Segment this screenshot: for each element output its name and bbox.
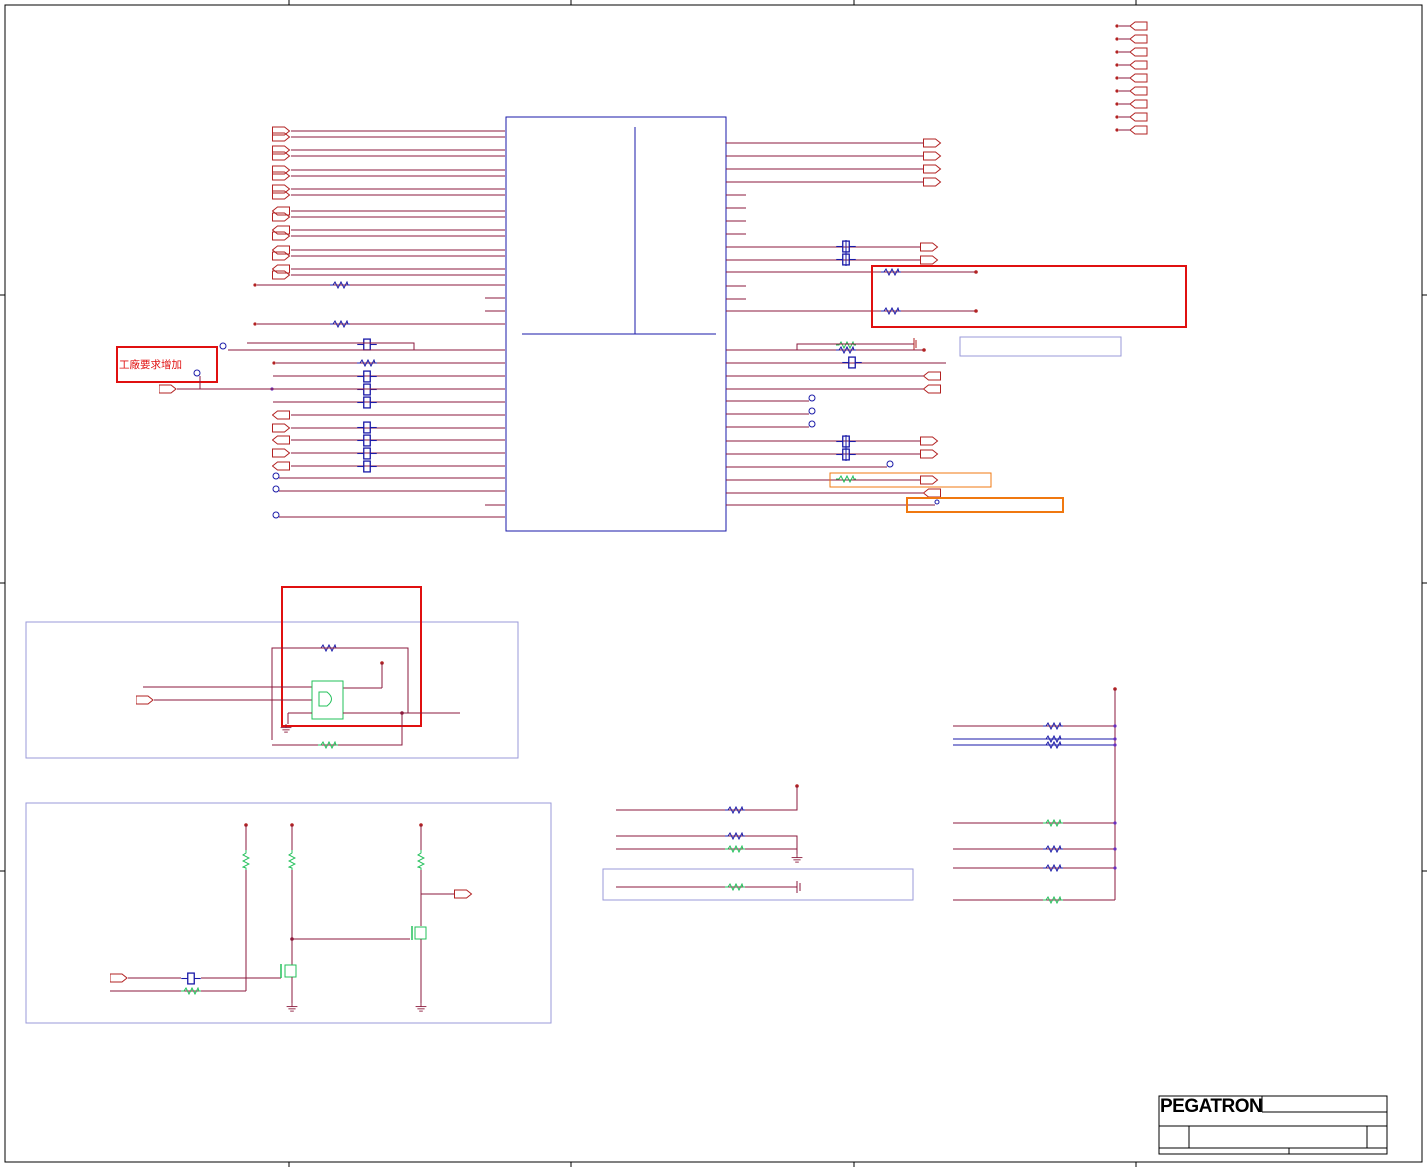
left-components [219, 281, 505, 473]
net-port [272, 264, 291, 274]
net-port [923, 138, 942, 148]
test-point [272, 511, 280, 519]
junction [1113, 821, 1117, 825]
net-dot [272, 361, 276, 365]
main-ic [505, 116, 727, 532]
net-port [1130, 60, 1148, 70]
net-dot [1115, 24, 1119, 28]
net-dot [253, 322, 257, 326]
net-port [1130, 86, 1148, 96]
schematic-sheet: 工廠要求增加 PEGATRON [0, 0, 1427, 1167]
net-port [923, 164, 942, 174]
net-dot [1115, 102, 1119, 106]
transistor-circuit-block [25, 802, 552, 1024]
ic-left-wires [253, 126, 505, 519]
sheet-frame [0, 0, 1427, 1167]
net-dot [1115, 50, 1119, 54]
capacitor-array-b [357, 421, 377, 473]
net-port [272, 435, 291, 445]
net-port [272, 206, 291, 216]
net-port [920, 255, 939, 265]
net-port [272, 132, 291, 142]
net-port [1130, 112, 1148, 122]
net-port [272, 171, 291, 181]
junction [1113, 737, 1117, 741]
net-port [272, 448, 291, 458]
right-resistor-bank [953, 687, 1117, 904]
capacitor [357, 338, 377, 351]
net-port [920, 475, 939, 485]
net-port [272, 231, 291, 241]
net-dot [1115, 63, 1119, 67]
net-port [1130, 99, 1148, 109]
ic-right-wires [726, 138, 976, 506]
net-port [272, 410, 291, 420]
net-dot [1115, 89, 1119, 93]
net-port [272, 251, 291, 261]
net-port [923, 371, 942, 381]
net-port [920, 449, 939, 459]
net-port [923, 151, 942, 161]
net-port [1130, 73, 1148, 83]
net-port [272, 270, 291, 280]
net-port [272, 184, 291, 194]
factory-request-annotation: 工廠要求增加 [116, 346, 505, 394]
title-block: PEGATRON [1158, 1095, 1388, 1155]
net-port [1130, 34, 1148, 44]
net-port [923, 177, 942, 187]
net-port [272, 151, 291, 161]
mosfet-lower [280, 964, 297, 978]
gate-circuit-block [25, 586, 519, 759]
middle-resistor-group [602, 784, 914, 901]
net-port [272, 225, 291, 235]
net-port [272, 165, 291, 175]
junction [1113, 743, 1117, 747]
top-right-net-ports [1115, 21, 1148, 135]
net-dot [1115, 128, 1119, 132]
mosfet-upper [411, 926, 427, 940]
net-port [1130, 21, 1148, 31]
note-box [959, 336, 1122, 357]
net-port [272, 212, 291, 222]
net-port [272, 245, 291, 255]
net-port [923, 488, 942, 498]
net-port [1130, 47, 1148, 57]
net-dot [1115, 76, 1119, 80]
junction [1113, 847, 1117, 851]
net-port [1130, 125, 1148, 135]
net-dot [253, 283, 257, 287]
test-point [219, 342, 227, 350]
net-dot [1115, 37, 1119, 41]
net-port [272, 423, 291, 433]
test-point [272, 485, 280, 493]
net-port [272, 145, 291, 155]
net-port [272, 190, 291, 200]
test-point [272, 472, 280, 480]
net-dot [1115, 115, 1119, 119]
net-port [923, 384, 942, 394]
highlight-box [871, 265, 1187, 328]
company-logo: PEGATRON [1160, 1096, 1262, 1117]
junction [1113, 724, 1117, 728]
net-port [272, 126, 291, 136]
net-port [920, 436, 939, 446]
net-port [920, 242, 939, 252]
net-port [272, 461, 291, 471]
annotation-text: 工廠要求增加 [119, 358, 182, 371]
junction [1113, 866, 1117, 870]
